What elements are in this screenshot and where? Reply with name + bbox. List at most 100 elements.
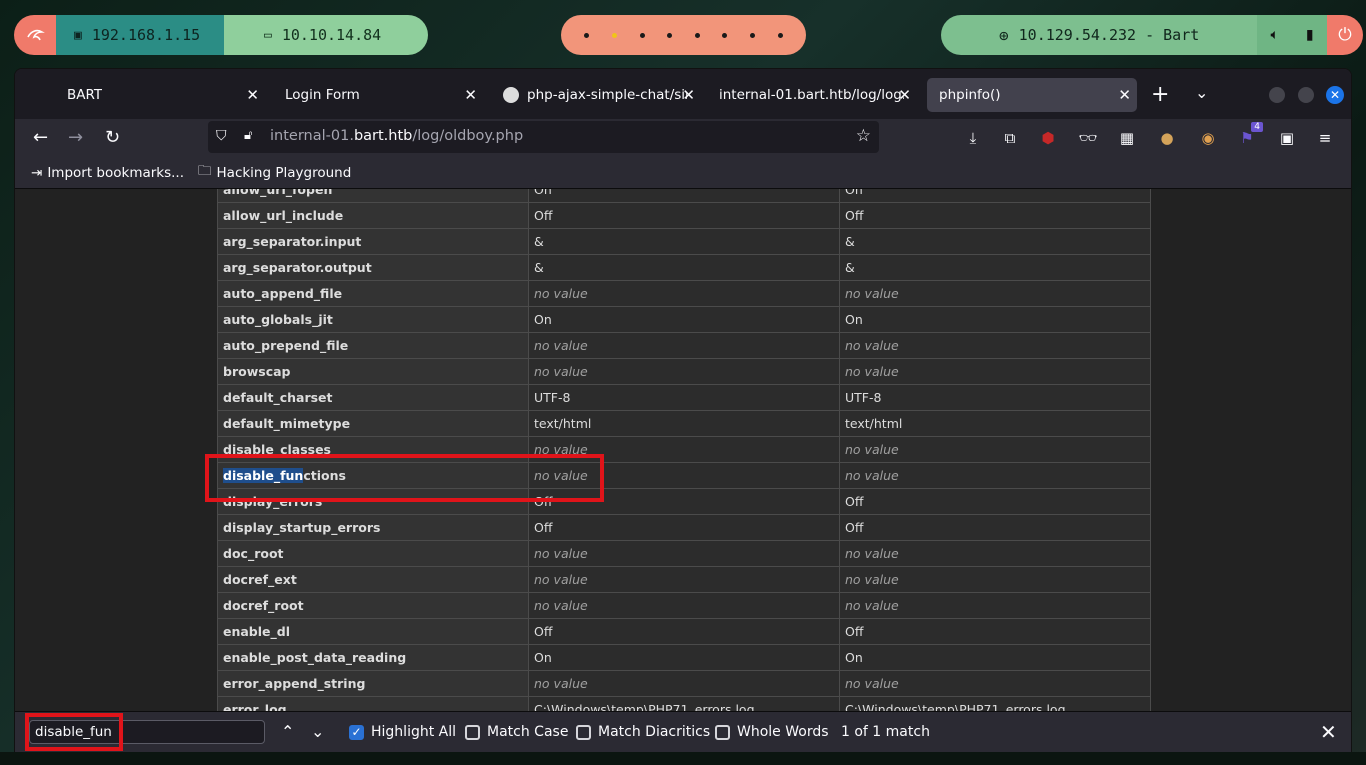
master-value: no value <box>839 358 1151 385</box>
insecure-lock-icon[interactable]: 🔓︎ <box>244 128 252 143</box>
table-row: auto_globals_jit On On <box>217 306 1151 333</box>
master-value: & <box>839 228 1151 255</box>
local-value: & <box>528 228 840 255</box>
find-next-chevron-icon[interactable]: ⌄ <box>311 722 324 741</box>
maximize-button[interactable] <box>1298 87 1314 103</box>
directive-name: enable_dl <box>217 618 529 645</box>
new-tab-button[interactable]: + <box>1151 82 1169 107</box>
back-arrow-icon[interactable]: ← <box>33 127 48 148</box>
directive-name: auto_append_file <box>217 280 529 307</box>
directive-name: display_startup_errors <box>217 514 529 541</box>
workspace-dot[interactable] <box>611 32 617 38</box>
qr-code-icon[interactable]: ▦ <box>1117 128 1137 148</box>
local-value: no value <box>528 332 840 359</box>
tab-title: BART <box>67 87 103 103</box>
master-value: no value <box>839 280 1151 307</box>
target-label: 10.129.54.232 - Bart <box>1018 26 1200 44</box>
local-value: & <box>528 254 840 281</box>
laptop-icon: ▭ <box>264 27 272 43</box>
workspace-dot[interactable] <box>667 32 673 38</box>
directive-name: docref_ext <box>217 566 529 593</box>
kali-menu-button[interactable] <box>14 15 56 55</box>
directive-name: arg_separator.output <box>217 254 529 281</box>
vpn-ip-widget: ▭ 10.10.14.84 <box>224 15 428 55</box>
close-icon[interactable]: ✕ <box>1118 86 1131 104</box>
checkmark-icon: ✓ <box>349 724 364 740</box>
cookie-icon[interactable]: ● <box>1157 128 1177 148</box>
bookmark-star-icon[interactable]: ☆ <box>856 126 871 146</box>
phpinfo-directives-table: allow_url_fopen On On allow_url_include Off O… <box>217 189 1151 711</box>
master-value: no value <box>839 592 1151 619</box>
close-icon[interactable]: ✕ <box>682 86 695 104</box>
workspace-dot[interactable] <box>722 32 728 38</box>
checkbox-box <box>576 724 591 740</box>
local-value: C:\Windows\temp\PHP71_errors.log <box>528 696 840 711</box>
directive-name: auto_prepend_file <box>217 332 529 359</box>
hackbar-icon[interactable]: ◉ <box>1198 128 1218 148</box>
forward-arrow-icon[interactable]: → <box>68 127 83 148</box>
download-icon[interactable]: ⤓ <box>963 128 983 148</box>
bookmarks-toolbar: ⇥ Import bookmarks... 🗀 Hacking Playground <box>15 157 1351 189</box>
workspace-dot[interactable] <box>777 32 783 38</box>
tab-title: internal-01.bart.htb/log/log.p <box>719 87 904 103</box>
local-value: UTF-8 <box>528 384 840 411</box>
table-row: error_append_string no value no value <box>217 670 1151 697</box>
container-icon[interactable]: ▣ <box>1277 128 1297 148</box>
master-value: no value <box>839 670 1151 697</box>
tab-login-form[interactable]: Login Form ✕ <box>273 78 483 112</box>
workspace-switcher[interactable] <box>561 15 806 55</box>
tab-list-chevron-icon[interactable]: ⌄ <box>1195 83 1208 102</box>
master-value: & <box>839 254 1151 281</box>
tab-log[interactable]: internal-01.bart.htb/log/log.p ✕ <box>707 78 917 112</box>
whole-words-checkbox[interactable]: Whole Words <box>715 724 829 740</box>
ublock-icon[interactable]: ⬢ <box>1038 128 1058 148</box>
wappalyzer-glasses-icon[interactable]: 👓︎ <box>1078 128 1098 148</box>
minimize-button[interactable] <box>1269 87 1285 103</box>
target-widget[interactable]: ⊕ 10.129.54.232 - Bart <box>941 15 1257 55</box>
workspace-dot[interactable] <box>639 32 645 38</box>
hacking-playground-folder[interactable]: 🗀 Hacking Playground <box>198 161 351 184</box>
close-icon[interactable]: ✕ <box>464 86 477 104</box>
shield-icon[interactable]: ⛉ <box>216 128 227 144</box>
find-previous-chevron-icon[interactable]: ⌃ <box>281 722 294 741</box>
workspace-dot[interactable] <box>750 32 756 38</box>
close-find-bar-icon[interactable]: ✕ <box>1320 720 1337 744</box>
url-text: internal-01.bart.htb/log/oldboy.php <box>270 128 524 144</box>
workspace-dot[interactable] <box>584 32 590 38</box>
window-close-button[interactable]: ✕ <box>1326 86 1344 104</box>
import-bookmarks-item[interactable]: ⇥ Import bookmarks... <box>31 165 184 181</box>
local-value: no value <box>528 566 840 593</box>
directive-name: default_mimetype <box>217 410 529 437</box>
close-icon[interactable]: ✕ <box>898 86 911 104</box>
directive-name: enable_post_data_reading <box>217 644 529 671</box>
annotation-box-query <box>25 713 123 751</box>
folder-icon: 🗀 <box>198 163 212 179</box>
master-value: Off <box>839 202 1151 229</box>
table-row: display_startup_errors Off Off <box>217 514 1151 541</box>
battery-icon[interactable]: ▮ <box>1306 27 1314 43</box>
local-value: On <box>528 189 840 203</box>
highlight-all-checkbox[interactable]: ✓ Highlight All <box>349 724 456 740</box>
match-case-checkbox[interactable]: Match Case <box>465 724 568 740</box>
reload-icon[interactable]: ↻ <box>105 127 120 148</box>
checkbox-box <box>465 724 480 740</box>
local-value: no value <box>528 280 840 307</box>
table-row: error_log C:\Windows\temp\PHP71_errors.lo… <box>217 696 1151 711</box>
proxy-extension-icon[interactable]: ⚑ 4 <box>1237 122 1263 148</box>
match-diacritics-checkbox[interactable]: Match Diacritics <box>576 724 710 740</box>
tab-phpinfo[interactable]: phpinfo() ✕ <box>927 78 1137 112</box>
extension-badge: 4 <box>1251 122 1263 132</box>
tab-bart[interactable]: BART ✕ <box>55 78 265 112</box>
volume-icon[interactable]: 🔈︎ <box>1270 27 1278 43</box>
workspace-dot[interactable] <box>694 32 700 38</box>
url-bar[interactable]: ⛉ 🔓︎ internal-01.bart.htb/log/oldboy.php… <box>208 121 879 153</box>
close-icon[interactable]: ✕ <box>246 86 259 104</box>
table-row: docref_ext no value no value <box>217 566 1151 593</box>
directive-name: docref_root <box>217 592 529 619</box>
master-value: UTF-8 <box>839 384 1151 411</box>
extensions-puzzle-icon[interactable]: ⧉ <box>1000 128 1020 148</box>
power-button[interactable]: ⏻ <box>1327 15 1363 55</box>
tab-php-chat[interactable]: php-ajax-simple-chat/sim ✕ <box>491 78 701 112</box>
local-value: Off <box>528 618 840 645</box>
hamburger-menu-icon[interactable]: ≡ <box>1315 128 1335 148</box>
